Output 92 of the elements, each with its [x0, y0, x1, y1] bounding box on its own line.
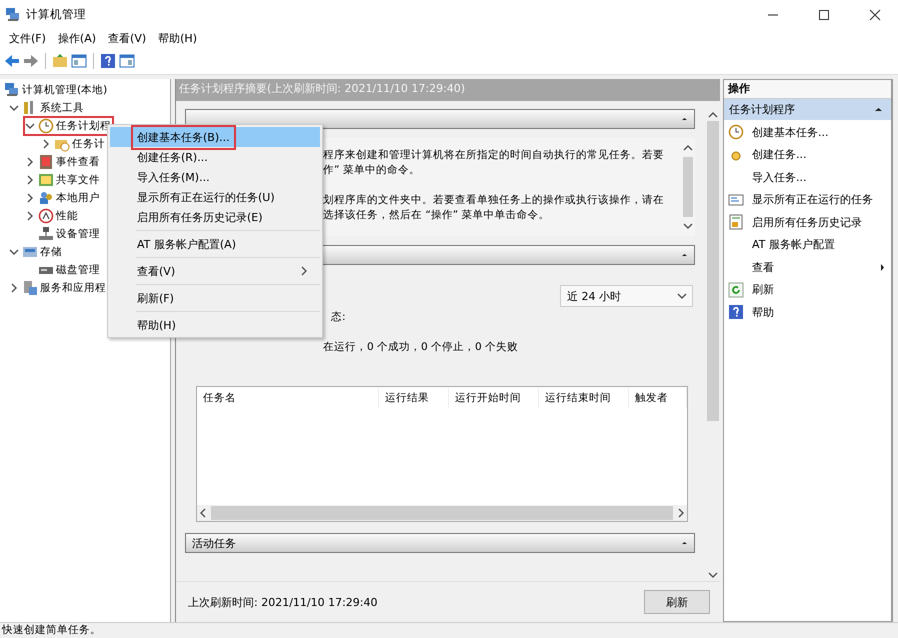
tree-label: 设备管理: [56, 227, 100, 241]
computer-icon: [4, 82, 20, 98]
context-menu-item[interactable]: 导入任务(M)...: [110, 167, 320, 187]
tree-item[interactable]: 共享文件: [24, 171, 102, 189]
app-icon: [5, 6, 21, 22]
text-line: 程序来创建和管理计算机将在所指定的时间自动执行的常见任务。若要: [323, 148, 665, 163]
action-item[interactable]: 显示所有正在运行的任务: [724, 188, 891, 211]
column-header[interactable]: 触发者: [629, 388, 687, 408]
tree-item[interactable]: 磁盘管理: [24, 261, 102, 279]
section-header[interactable]: 活动任务: [185, 533, 695, 553]
scrollbar-thumb[interactable]: [211, 506, 673, 520]
tree-item[interactable]: 本地用户: [24, 189, 102, 207]
panel-icon[interactable]: [71, 53, 87, 69]
tree-label: 服务和应用程: [40, 281, 106, 295]
highlight-frame: 创建基本任务(B)...: [133, 126, 234, 148]
list-icon: [728, 192, 744, 208]
menu-item[interactable]: 操作(A): [52, 29, 102, 48]
close-icon: [869, 8, 881, 20]
context-menu-item[interactable]: 刷新(F): [110, 288, 320, 308]
task-counts: 在运行，0 个成功，0 个停止，0 个失败: [323, 340, 518, 354]
folder-icon: [38, 172, 54, 188]
tree-item[interactable]: 任务计: [40, 135, 107, 153]
context-menu-item[interactable]: 创建任务(R)...: [110, 147, 320, 167]
tree-label: 系统工具: [40, 101, 84, 115]
forward-icon[interactable]: [23, 53, 39, 69]
tree-label: 性能: [56, 209, 78, 223]
document-icon: [728, 214, 744, 230]
context-menu-item[interactable]: 查看(V): [110, 261, 320, 281]
action-item[interactable]: 导入任务...: [724, 166, 891, 188]
action-item[interactable]: 创建任务...: [724, 144, 891, 166]
column-header[interactable]: 运行结束时间: [539, 388, 629, 408]
context-menu-item[interactable]: 启用所有任务历史记录(E): [110, 207, 320, 227]
action-item[interactable]: 刷新: [724, 278, 891, 301]
gauge-icon: [38, 208, 54, 224]
tree-label: 事件查看: [56, 155, 100, 169]
tree-label: 本地用户: [56, 191, 100, 205]
text-line: 作” 菜单中的命令。: [323, 163, 421, 178]
scrollbar-thumb[interactable]: [706, 121, 718, 421]
context-menu-item[interactable]: 显示所有正在运行的任务(U): [110, 187, 320, 207]
tree-item[interactable]: 计算机管理(本地): [4, 81, 110, 99]
tree-label: 存储: [40, 245, 62, 259]
tree-label: 磁盘管理: [56, 263, 100, 277]
last-refresh-text: 上次刷新时间: 2021/11/10 17:29:40: [188, 594, 378, 610]
tree-label: 任务计: [72, 137, 105, 151]
section-header[interactable]: [185, 109, 695, 129]
pane-header: 任务计划程序摘要(上次刷新时间: 2021/11/10 17:29:40): [176, 79, 720, 101]
tree-item[interactable]: 存储: [8, 243, 64, 261]
storage-icon: [22, 244, 38, 260]
action-item[interactable]: 查看: [724, 256, 891, 278]
help-icon: [728, 304, 744, 320]
menu-item[interactable]: 帮助(H): [152, 29, 203, 48]
back-icon[interactable]: [4, 53, 20, 69]
tree-label: 共享文件: [56, 173, 100, 187]
window-title: 计算机管理: [26, 7, 87, 22]
group-title: 任务计划程序: [729, 102, 795, 117]
folder-icon[interactable]: [52, 53, 68, 69]
tree-item[interactable]: 性能: [24, 207, 80, 225]
action-item[interactable]: AT 服务帐户配置: [724, 234, 891, 256]
text-line: 选择该任务，然后在 “操作” 菜单中单击命令。: [323, 208, 551, 223]
text-line: 划程序库的文件夹中。若要查看单独任务上的操作或执行该操作，请在: [323, 193, 665, 208]
panel-icon[interactable]: [119, 53, 135, 69]
column-header[interactable]: 任务名: [197, 388, 379, 408]
period-dropdown[interactable]: 近 24 小时: [560, 285, 693, 307]
refresh-icon: [728, 282, 744, 298]
action-group-header[interactable]: 任务计划程序: [724, 99, 891, 121]
tree-item[interactable]: 服务和应用程: [8, 279, 108, 297]
column-header[interactable]: 运行开始时间: [449, 388, 539, 408]
tree-item[interactable]: 系统工具: [8, 99, 86, 117]
server-icon: [22, 280, 38, 296]
scrollbar-thumb[interactable]: [683, 157, 693, 217]
pane-header: 操作: [724, 80, 891, 99]
log-icon: [38, 154, 54, 170]
tree-item[interactable]: 事件查看: [24, 153, 102, 171]
status-text: 快速创建简单任务。: [0, 622, 898, 638]
action-item[interactable]: 启用所有任务历史记录: [724, 211, 891, 234]
menu-item[interactable]: 文件(F): [3, 29, 52, 48]
section-title: 活动任务: [192, 536, 236, 550]
refresh-button[interactable]: 刷新: [644, 590, 710, 614]
tree-label: 计算机管理(本地): [22, 83, 108, 97]
action-item[interactable]: 创建基本任务...: [724, 121, 891, 144]
maximize-icon: [818, 8, 830, 20]
device-icon: [38, 226, 54, 242]
menu-item[interactable]: 查看(V): [102, 29, 152, 48]
users-icon: [38, 190, 54, 206]
action-item[interactable]: 帮助: [724, 301, 891, 324]
tree-item[interactable]: 设备管理: [24, 225, 102, 243]
context-menu-item[interactable]: AT 服务帐户配置(A): [110, 234, 320, 254]
column-header[interactable]: 运行结果: [379, 388, 449, 408]
context-menu-item[interactable]: 帮助(H): [110, 315, 320, 335]
help-icon[interactable]: [100, 53, 116, 69]
status-label: 态:: [331, 310, 346, 324]
context-menu-item[interactable]: 创建基本任务(B)...: [110, 127, 320, 147]
